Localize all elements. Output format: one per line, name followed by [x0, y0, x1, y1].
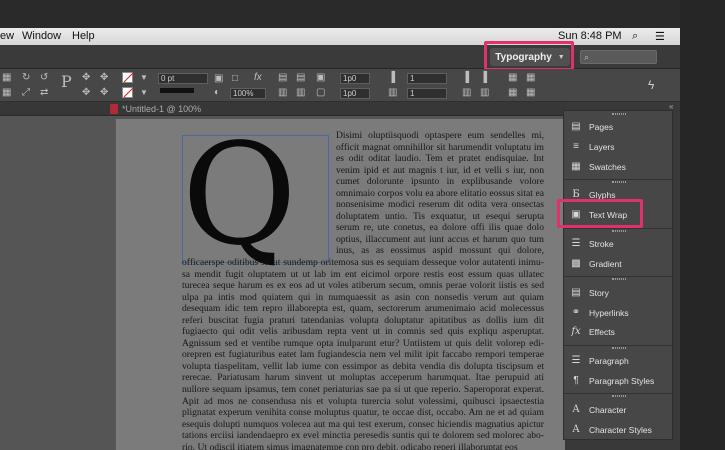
stroke-type-preview[interactable]	[160, 88, 194, 93]
stroke-weight-field[interactable]: 0 pt	[158, 73, 208, 84]
spotlight-icon[interactable]: ⌕	[632, 30, 638, 43]
frame-fitting-icon[interactable]: ▣	[316, 72, 325, 84]
character-icon: A	[572, 404, 580, 415]
wrap-icon[interactable]: ▦	[526, 87, 535, 99]
panel-item-stroke[interactable]: ☰ Stroke	[570, 235, 666, 252]
panel-divider	[564, 276, 672, 277]
menu-bar: ew Window Help Sun 8:48 PM ⌕ ☰	[0, 28, 680, 45]
align-icon[interactable]: ▤	[278, 72, 287, 84]
panel-divider	[564, 345, 672, 346]
panel-item-hyperlinks[interactable]: ⚭ Hyperlinks	[570, 304, 666, 321]
menu-help[interactable]: Help	[72, 30, 95, 42]
swatches-icon: ▦	[571, 161, 581, 172]
select-icon[interactable]: ✥	[100, 72, 108, 84]
align-icon[interactable]: ▥	[296, 87, 305, 99]
panel-grip[interactable]	[612, 181, 626, 183]
select-icon[interactable]: ✥	[82, 72, 90, 84]
menu-window[interactable]: Window	[22, 30, 61, 42]
panel-item-story[interactable]: ▤ Story	[570, 284, 666, 301]
inset-icon[interactable]: ▥	[388, 87, 397, 99]
panel-grip[interactable]	[612, 347, 626, 349]
wrap-icon[interactable]: ▦	[508, 72, 517, 84]
rotate-icon[interactable]: ↻	[22, 72, 30, 84]
select-icon[interactable]: ✥	[100, 87, 108, 99]
text-frame-icon[interactable]: P	[61, 74, 72, 90]
menu-list-icon[interactable]: ☰	[655, 30, 665, 43]
panel-divider	[564, 393, 672, 394]
workspace-label: Typography	[495, 51, 552, 63]
menu-view[interactable]: ew	[0, 30, 14, 42]
search-icon: ⌕	[584, 52, 590, 62]
panel-item-layers[interactable]: ≡ Layers	[570, 138, 666, 155]
shear-icon[interactable]: ⤢	[22, 87, 30, 99]
control-icon[interactable]: ▦	[2, 87, 11, 99]
lightning-icon[interactable]: ϟ	[648, 78, 654, 92]
inset-field[interactable]: 1p0	[340, 88, 370, 99]
chevron-down-icon: ▼	[557, 53, 565, 61]
background-area	[680, 0, 725, 450]
drop-shadow-icon[interactable]: □	[232, 73, 238, 85]
layers-icon: ≡	[573, 141, 579, 152]
panel-item-gradient[interactable]: ▩ Gradient	[570, 255, 666, 272]
panel-item-glyphs[interactable]: Б Glyphs	[570, 186, 666, 203]
wrap-icon[interactable]: ▦	[508, 87, 517, 99]
fill-swatch[interactable]	[122, 72, 133, 83]
panel-grip[interactable]	[612, 395, 626, 397]
search-field[interactable]: ⌕	[580, 50, 657, 64]
panel-item-swatches[interactable]: ▦ Swatches	[570, 158, 666, 175]
panel-grip[interactable]	[612, 230, 626, 232]
text-frame[interactable]: Disimi oluptiisquodi optaspere eum sende…	[182, 130, 544, 450]
document-icon	[110, 104, 118, 114]
hyperlinks-icon: ⚭	[571, 307, 581, 318]
flip-icon[interactable]: ⇄	[40, 87, 48, 99]
stroke-swatch[interactable]	[122, 87, 133, 98]
columns-field[interactable]: 1	[407, 73, 447, 84]
text-frame-field[interactable]: 1p0	[340, 73, 370, 84]
glyphs-icon: Б	[572, 189, 580, 200]
effects-icon[interactable]: fx	[254, 72, 262, 84]
wrap-icon[interactable]: ▦	[526, 72, 535, 84]
paragraph-icon: ☰	[571, 355, 581, 366]
control-panel: ▦ ▦ ↻ ⤢ ↺ ⇄ P ✥ ✥ ✥ ✥ ▼ ▼ 0 pt ▣ □ fx ◐ …	[0, 69, 680, 102]
opacity-icon[interactable]: ▣	[214, 73, 223, 85]
chevron-down-icon[interactable]: ▼	[140, 72, 148, 84]
panel-divider	[564, 179, 672, 180]
vertical-justify-icon[interactable]: ▐	[462, 72, 469, 84]
rotate-icon[interactable]: ↺	[40, 72, 48, 84]
application-bar: Typography ▼ ⌕	[0, 45, 680, 69]
columns-icon[interactable]: ▐	[388, 72, 395, 84]
panel-grip[interactable]	[612, 113, 626, 115]
panel-item-paragraph-styles[interactable]: ¶ Paragraph Styles	[570, 372, 666, 389]
panel-item-character-styles[interactable]: A Character Styles	[570, 421, 666, 438]
chevron-down-icon[interactable]: ▼	[140, 87, 148, 99]
story-icon: ▤	[571, 287, 581, 298]
workspace-switcher[interactable]: Typography ▼	[490, 48, 570, 66]
text-wrap-icon: ▣	[571, 209, 581, 220]
pages-icon: ▤	[571, 121, 581, 132]
frame-fitting-icon[interactable]: ▢	[316, 87, 325, 99]
control-icon[interactable]: ▦	[2, 72, 11, 84]
wrap-space	[182, 130, 336, 257]
panel-divider	[564, 228, 672, 229]
paragraph-styles-icon: ¶	[573, 375, 579, 386]
vertical-justify-icon[interactable]: ▥	[462, 87, 471, 99]
gradient-icon: ▩	[571, 258, 581, 269]
baseline-field[interactable]: 1	[407, 88, 447, 99]
menu-clock[interactable]: Sun 8:48 PM	[558, 30, 622, 42]
vertical-justify-icon[interactable]: ▥	[480, 87, 489, 99]
panel-item-character[interactable]: A Character	[570, 401, 666, 418]
align-icon[interactable]: ▤	[296, 72, 305, 84]
effects-icon: fx	[571, 326, 581, 337]
panel-grip[interactable]	[612, 278, 626, 280]
character-styles-icon: A	[572, 424, 580, 435]
panel-item-text-wrap[interactable]: ▣ Text Wrap	[570, 206, 666, 223]
select-icon[interactable]: ✥	[82, 87, 90, 99]
panel-list: ▤ Pages ≡ Layers ▦ Swatches Б Glyphs ▣ Text W…	[563, 110, 673, 440]
panel-item-pages[interactable]: ▤ Pages	[570, 118, 666, 135]
stroke-icon: ☰	[571, 238, 581, 249]
panel-item-effects[interactable]: fx Effects	[570, 323, 666, 340]
vertical-justify-icon[interactable]: ▐	[480, 72, 487, 84]
panel-item-paragraph[interactable]: ☰ Paragraph	[570, 352, 666, 369]
